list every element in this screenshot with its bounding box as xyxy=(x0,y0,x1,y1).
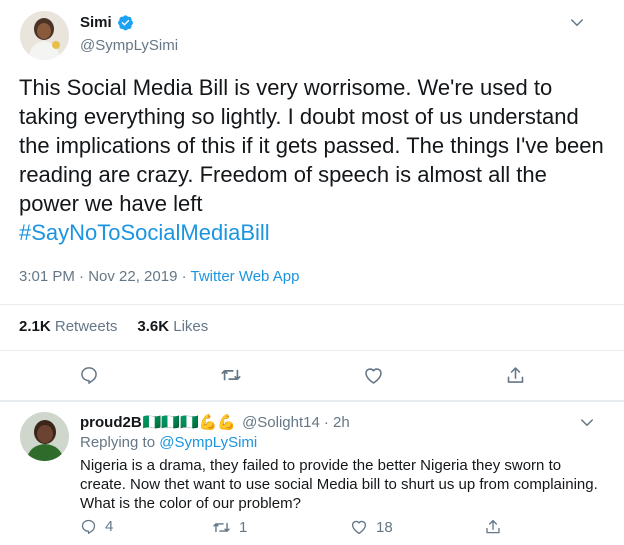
retweet-icon xyxy=(221,369,241,381)
reply-reply-count: 4 xyxy=(105,518,114,535)
replying-to-handle[interactable]: @SympLySimi xyxy=(159,434,257,451)
tweet-body: This Social Media Bill is very worrisome… xyxy=(19,73,605,247)
reply-icon xyxy=(81,519,96,535)
tweet-timestamp[interactable]: 3:01 PM · Nov 22, 2019 · xyxy=(19,268,190,285)
heart-icon xyxy=(364,367,382,384)
share-icon xyxy=(507,366,523,383)
reply-author-emojis: 🇳🇬🇳🇬🇳🇬💪💪 xyxy=(142,414,237,431)
author-handle[interactable]: @SympLySimi xyxy=(80,37,178,54)
likes-label: Likes xyxy=(173,318,209,335)
reply-author-handle[interactable]: @Solight14 xyxy=(242,414,320,431)
divider xyxy=(0,400,624,402)
retweets-stat[interactable]: 2.1K Retweets xyxy=(19,318,117,335)
reply-retweet-count: 1 xyxy=(239,519,248,536)
tweet-meta: 3:01 PM · Nov 22, 2019 · Twitter Web App xyxy=(19,268,299,285)
tweet-source-link[interactable]: Twitter Web App xyxy=(190,268,299,285)
like-button[interactable] xyxy=(362,364,384,386)
reply-like-count: 18 xyxy=(376,518,393,536)
reply-reply-button[interactable]: 4 xyxy=(80,518,113,535)
author-name[interactable]: Simi xyxy=(80,14,112,31)
retweets-label: Retweets xyxy=(54,318,118,335)
tweet-stats: 2.1K Retweets 3.6K Likes xyxy=(19,318,208,335)
reply-time[interactable]: · 2h xyxy=(324,414,350,431)
retweet-button[interactable] xyxy=(220,364,242,386)
likes-stat[interactable]: 3.6K Likes xyxy=(137,318,208,335)
heart-icon xyxy=(351,520,367,535)
reply-header: proud2B 🇳🇬🇳🇬🇳🇬💪💪 @Solight14 · 2h xyxy=(80,413,350,432)
reply-author-avatar[interactable] xyxy=(20,412,69,461)
divider xyxy=(0,350,624,351)
likes-count: 3.6K xyxy=(137,318,170,335)
reply-share-button[interactable] xyxy=(484,518,502,536)
reply-icon xyxy=(81,367,97,384)
share-button[interactable] xyxy=(504,364,526,386)
reply-author-name[interactable]: proud2B xyxy=(80,414,142,431)
reply-retweet-button[interactable]: 1 xyxy=(212,518,247,537)
author-avatar[interactable] xyxy=(20,11,69,60)
chevron-down-icon[interactable] xyxy=(568,14,586,37)
retweet-icon xyxy=(213,522,230,533)
reply-button[interactable] xyxy=(78,364,100,386)
retweets-count: 2.1K xyxy=(19,318,51,335)
replying-to-label: Replying to xyxy=(80,434,160,451)
share-icon xyxy=(486,519,500,534)
hashtag-link[interactable]: #SayNoToSocialMediaBill xyxy=(19,220,270,245)
tweet-text: This Social Media Bill is very worrisome… xyxy=(19,75,604,216)
reply-body: Nigeria is a drama, they failed to provi… xyxy=(80,457,598,512)
reply-like-button[interactable]: 18 xyxy=(350,518,393,536)
replying-to: Replying to @SympLySimi xyxy=(80,434,257,451)
author-name-row: Simi xyxy=(80,14,134,31)
verified-badge-icon xyxy=(117,14,134,31)
divider xyxy=(0,304,624,305)
chevron-down-icon[interactable] xyxy=(578,414,596,437)
